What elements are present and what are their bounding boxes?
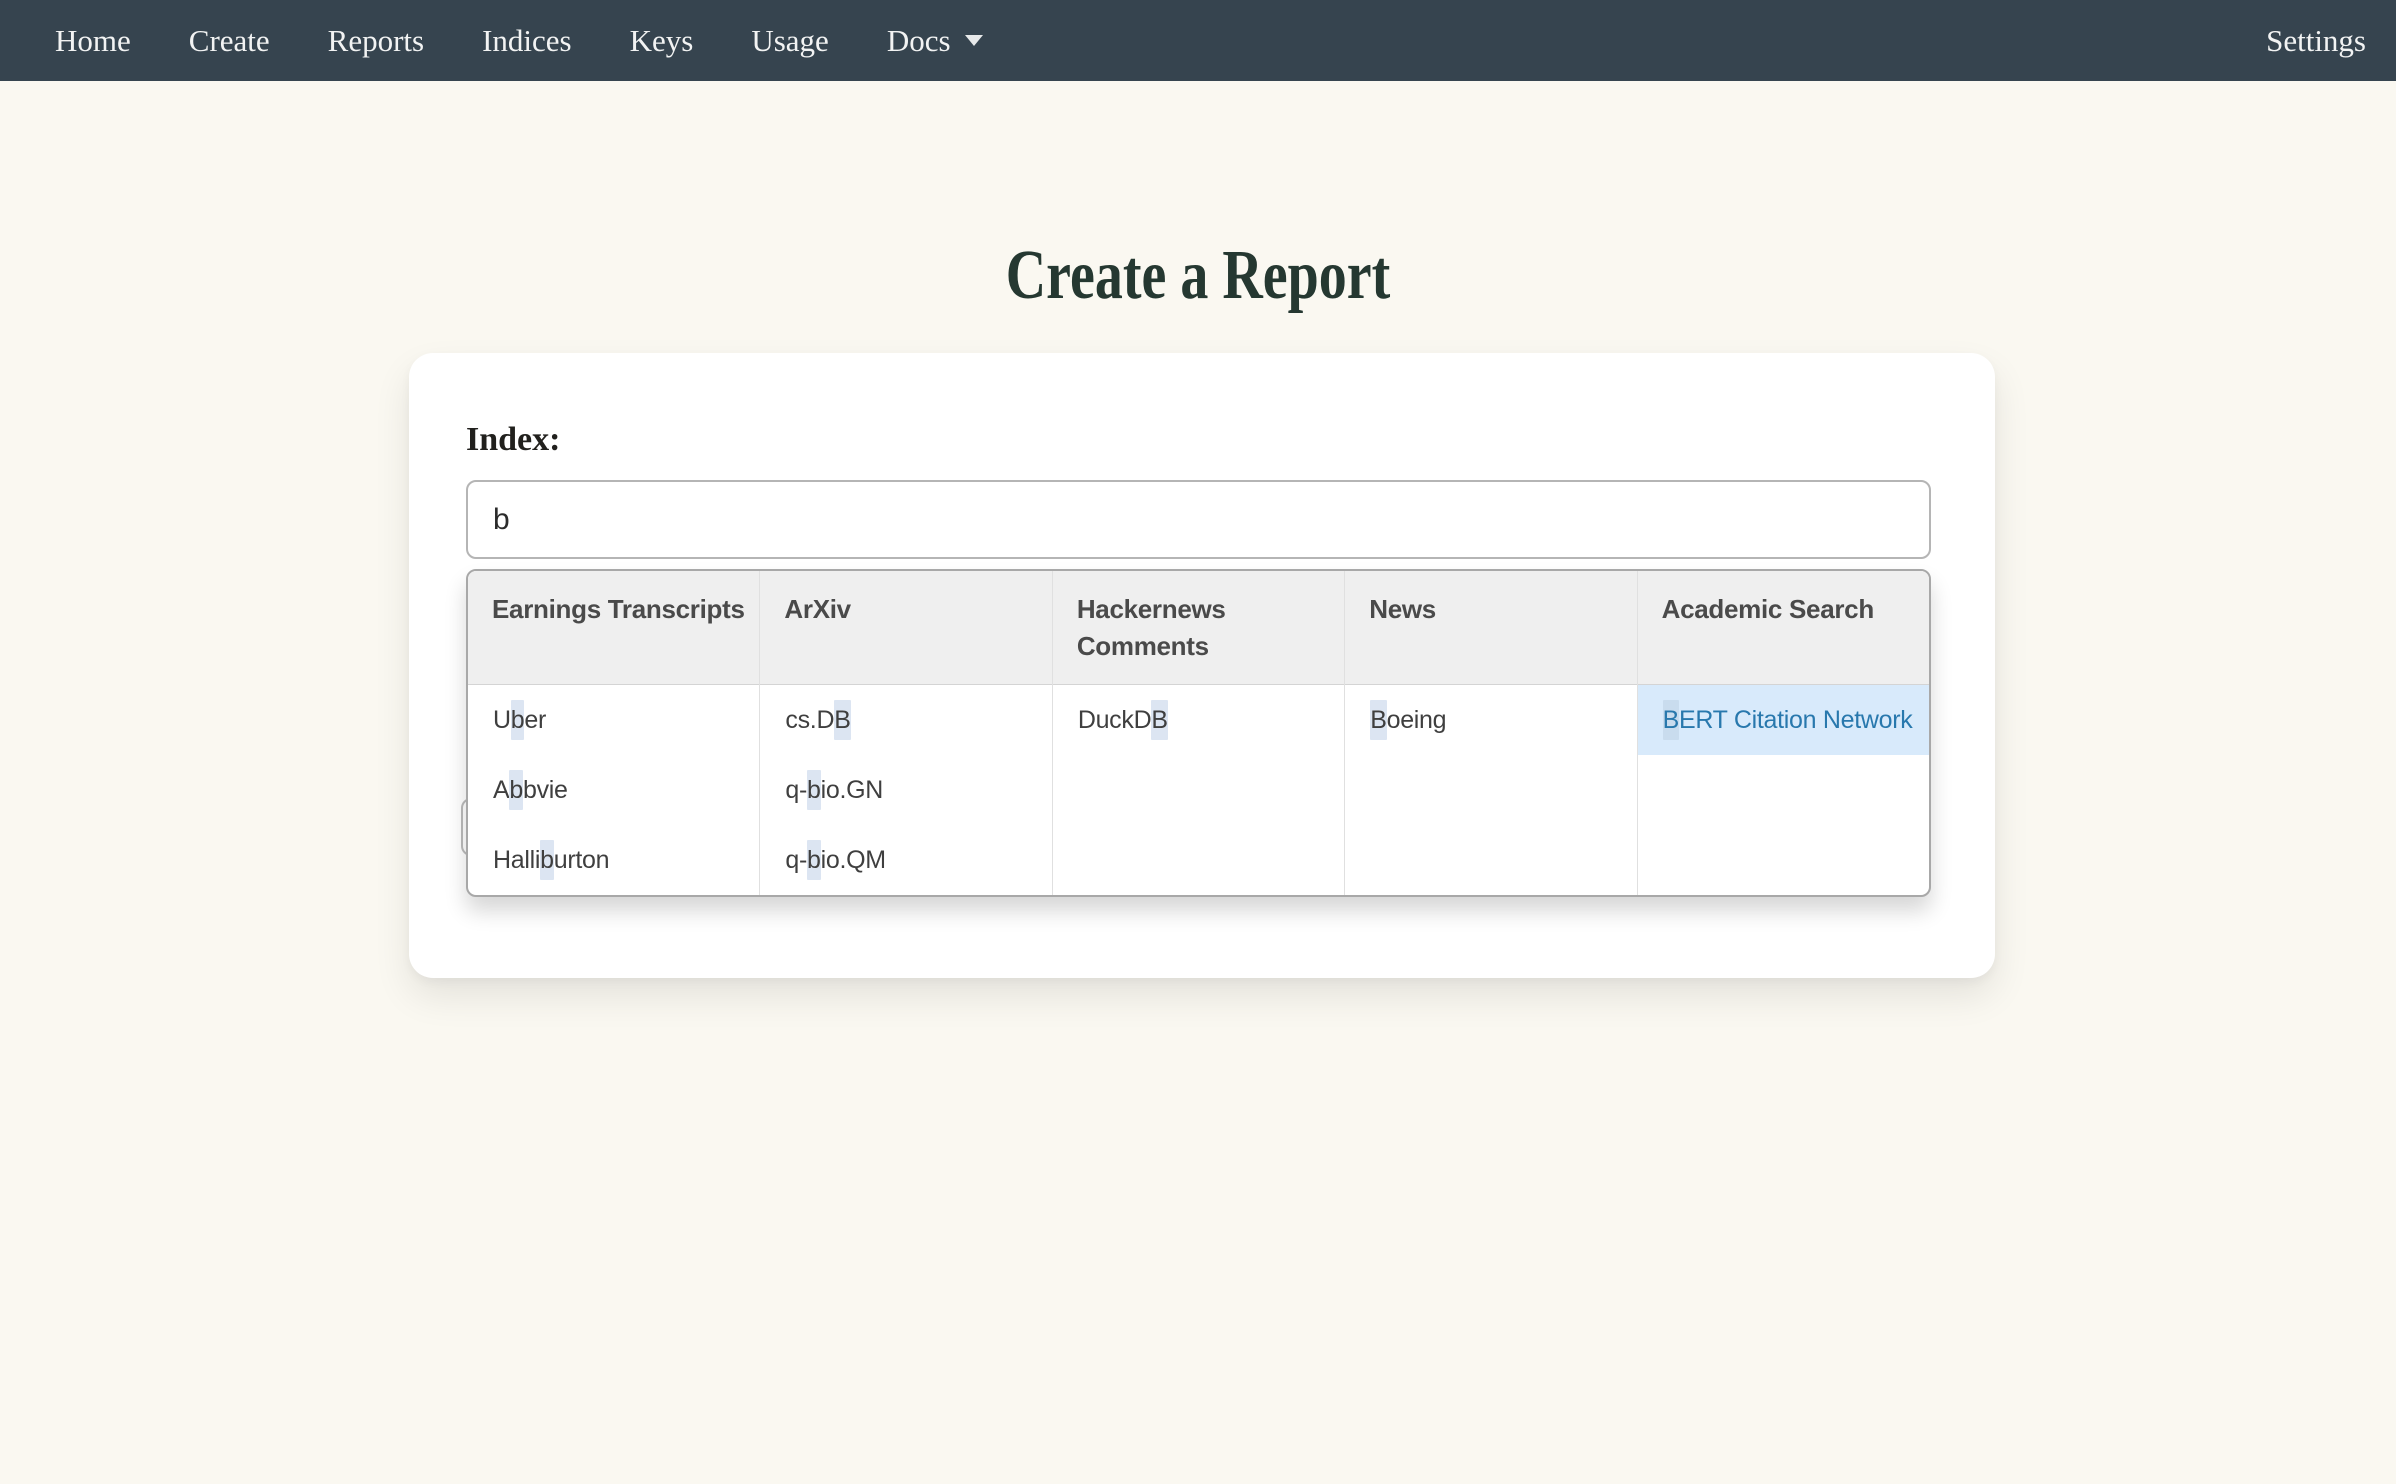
column-hackernews-comments: Hackernews Comments DuckDB xyxy=(1053,571,1345,895)
match-highlight: b xyxy=(540,840,554,880)
column-header: ArXiv xyxy=(760,571,1051,685)
column-header: Academic Search xyxy=(1638,571,1929,685)
nav-item-usage[interactable]: Usage xyxy=(751,23,828,59)
option-text: cs.D xyxy=(785,706,834,734)
empty-cell xyxy=(1345,825,1636,895)
match-highlight: B xyxy=(1370,700,1386,740)
page-title: Create a Report xyxy=(240,236,2157,316)
option-text: oeing xyxy=(1387,706,1447,734)
option-q-bio-gn[interactable]: q-bio.GN xyxy=(760,755,1051,825)
match-highlight: b xyxy=(807,770,821,810)
option-text: bvie xyxy=(523,776,568,804)
option-text: io.QM xyxy=(821,846,886,874)
column-earnings-transcripts: Earnings Transcripts Uber Abbvie Hallibu… xyxy=(468,571,760,895)
empty-cell xyxy=(1053,825,1344,895)
nav-item-create[interactable]: Create xyxy=(189,23,270,59)
empty-cell xyxy=(1638,755,1929,825)
option-duckdb[interactable]: DuckDB xyxy=(1053,685,1344,755)
option-text: urton xyxy=(554,846,609,874)
option-q-bio-qm[interactable]: q-bio.QM xyxy=(760,825,1051,895)
column-arxiv: ArXiv cs.DB q-bio.GN q-bio.QM xyxy=(760,571,1052,895)
option-text: io.GN xyxy=(821,776,883,804)
option-cs-db[interactable]: cs.DB xyxy=(760,685,1051,755)
option-uber[interactable]: Uber xyxy=(468,685,759,755)
match-highlight: B xyxy=(1663,700,1679,740)
option-text: q- xyxy=(785,846,807,874)
top-navigation-bar: Home Create Reports Indices Keys Usage D… xyxy=(0,0,2396,81)
empty-cell xyxy=(1345,755,1636,825)
nav-item-indices[interactable]: Indices xyxy=(482,23,572,59)
column-news: News Boeing xyxy=(1345,571,1637,895)
match-highlight: b xyxy=(511,700,525,740)
nav-item-docs[interactable]: Docs xyxy=(887,23,983,59)
option-text: ERT Citation Network xyxy=(1679,706,1912,734)
option-text: Halli xyxy=(493,846,540,874)
chevron-down-icon xyxy=(965,35,983,46)
nav-item-home[interactable]: Home xyxy=(55,23,131,59)
match-highlight: b xyxy=(509,770,523,810)
nav-item-keys[interactable]: Keys xyxy=(630,23,694,59)
column-header: Hackernews Comments xyxy=(1053,571,1344,685)
index-input[interactable] xyxy=(466,480,1931,559)
match-highlight: B xyxy=(1151,700,1167,740)
option-halliburton[interactable]: Halliburton xyxy=(468,825,759,895)
option-text: U xyxy=(493,706,511,734)
option-boeing[interactable]: Boeing xyxy=(1345,685,1636,755)
empty-cell xyxy=(1053,755,1344,825)
column-academic-search: Academic Search BERT Citation Network xyxy=(1638,571,1929,895)
nav-item-settings[interactable]: Settings xyxy=(2266,23,2366,59)
option-text: A xyxy=(493,776,509,804)
match-highlight: b xyxy=(807,840,821,880)
index-field-label: Index: xyxy=(466,422,560,458)
index-autocomplete-dropdown: Earnings Transcripts Uber Abbvie Hallibu… xyxy=(466,569,1931,897)
nav-item-docs-label: Docs xyxy=(887,23,951,59)
option-text: er xyxy=(524,706,546,734)
empty-cell xyxy=(1638,825,1929,895)
option-text: q- xyxy=(785,776,807,804)
option-text: DuckD xyxy=(1078,706,1152,734)
column-header: News xyxy=(1345,571,1636,685)
match-highlight: B xyxy=(834,700,850,740)
option-abbvie[interactable]: Abbvie xyxy=(468,755,759,825)
column-header: Earnings Transcripts xyxy=(468,571,759,685)
nav-item-reports[interactable]: Reports xyxy=(328,23,424,59)
nav-links-group: Home Create Reports Indices Keys Usage D… xyxy=(55,23,983,59)
option-bert-citation-network[interactable]: BERT Citation Network xyxy=(1638,685,1929,755)
